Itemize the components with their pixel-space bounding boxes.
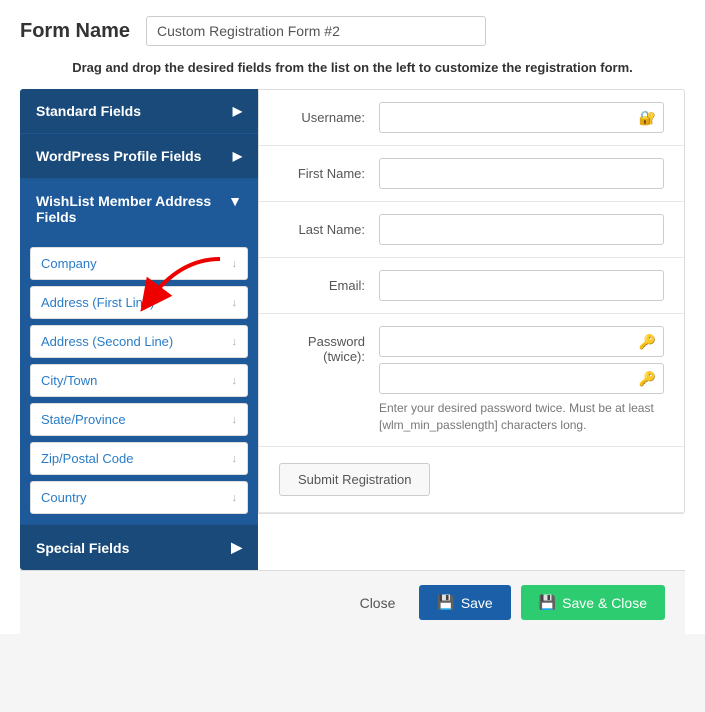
field-address-second-label: Address (Second Line) bbox=[41, 334, 173, 349]
password-icon-1: 🔑 bbox=[639, 333, 656, 350]
form-area: Username: 🔐 First Name: Last Name: bbox=[258, 89, 685, 514]
email-label: Email: bbox=[279, 278, 379, 293]
form-name-input[interactable] bbox=[146, 16, 486, 46]
password-fields: 🔑 🔑 Enter your desired password twice. M… bbox=[379, 326, 664, 434]
field-city[interactable]: City/Town ↓ bbox=[30, 364, 248, 397]
field-zip-label: Zip/Postal Code bbox=[41, 451, 134, 466]
close-button[interactable]: Close bbox=[346, 587, 410, 619]
password-icon-2: 🔑 bbox=[639, 370, 656, 387]
wordpress-profile-section: WordPress Profile Fields ▶ bbox=[20, 134, 258, 179]
bottom-toolbar: Close 💾 Save 💾 Save & Close bbox=[20, 570, 685, 634]
password-input-1-wrapper: 🔑 bbox=[379, 326, 664, 357]
standard-fields-section: Standard Fields ▶ bbox=[20, 89, 258, 134]
field-address-first-label: Address (First Line) bbox=[41, 295, 154, 310]
field-address-first[interactable]: Address (First Line) ↓ bbox=[30, 286, 248, 319]
special-fields-arrow-icon: ▶ bbox=[231, 539, 242, 556]
wordpress-profile-arrow-icon: ▶ bbox=[233, 149, 242, 163]
lastname-input-wrapper bbox=[379, 214, 664, 245]
sidebar: Standard Fields ▶ WordPress Profile Fiel… bbox=[20, 89, 258, 570]
standard-fields-arrow-icon: ▶ bbox=[233, 104, 242, 118]
form-name-label: Form Name bbox=[20, 20, 130, 43]
address-fields-list: Company ↓ Address (First Line) ↓ Address… bbox=[20, 239, 258, 524]
field-country-label: Country bbox=[41, 490, 87, 505]
standard-fields-header[interactable]: Standard Fields ▶ bbox=[20, 89, 258, 133]
field-state[interactable]: State/Province ↓ bbox=[30, 403, 248, 436]
username-input-wrapper: 🔐 bbox=[379, 102, 664, 133]
field-address-second-chevron-icon: ↓ bbox=[232, 336, 238, 348]
save-close-icon: 💾 bbox=[539, 594, 556, 611]
wishlist-address-header[interactable]: WishList Member Address Fields ▼ bbox=[20, 179, 258, 239]
email-input[interactable] bbox=[379, 270, 664, 301]
field-zip-chevron-icon: ↓ bbox=[232, 453, 238, 465]
save-icon: 💾 bbox=[437, 594, 454, 611]
lastname-row: Last Name: bbox=[259, 202, 684, 258]
field-city-chevron-icon: ↓ bbox=[232, 375, 238, 387]
firstname-row: First Name: bbox=[259, 146, 684, 202]
field-city-label: City/Town bbox=[41, 373, 97, 388]
field-address-second[interactable]: Address (Second Line) ↓ bbox=[30, 325, 248, 358]
firstname-label: First Name: bbox=[279, 166, 379, 181]
field-state-label: State/Province bbox=[41, 412, 126, 427]
id-card-icon: 🔐 bbox=[639, 109, 656, 126]
drag-instruction: Drag and drop the desired fields from th… bbox=[20, 60, 685, 75]
special-fields-label: Special Fields bbox=[36, 540, 129, 556]
special-fields-section: Special Fields ▶ bbox=[20, 525, 258, 570]
save-label: Save bbox=[461, 595, 493, 611]
field-country[interactable]: Country ↓ bbox=[30, 481, 248, 514]
save-close-label: Save & Close bbox=[562, 595, 647, 611]
field-company-chevron-icon: ↓ bbox=[232, 258, 238, 270]
save-button[interactable]: 💾 Save bbox=[419, 585, 510, 620]
username-label: Username: bbox=[279, 110, 379, 125]
field-address-first-chevron-icon: ↓ bbox=[232, 297, 238, 309]
username-input[interactable] bbox=[379, 102, 664, 133]
password-label: Password(twice): bbox=[279, 326, 379, 364]
wishlist-address-section: WishList Member Address Fields ▼ Company… bbox=[20, 179, 258, 525]
field-state-chevron-icon: ↓ bbox=[232, 414, 238, 426]
field-company[interactable]: Company ↓ bbox=[30, 247, 248, 280]
standard-fields-label: Standard Fields bbox=[36, 103, 141, 119]
email-input-wrapper bbox=[379, 270, 664, 301]
field-company-label: Company bbox=[41, 256, 97, 271]
lastname-label: Last Name: bbox=[279, 222, 379, 237]
wishlist-address-label: WishList Member Address Fields bbox=[36, 193, 228, 225]
firstname-input-wrapper bbox=[379, 158, 664, 189]
password-input-2-wrapper: 🔑 bbox=[379, 363, 664, 394]
submit-registration-button[interactable]: Submit Registration bbox=[279, 463, 430, 496]
save-close-button[interactable]: 💾 Save & Close bbox=[521, 585, 665, 620]
submit-row: Submit Registration bbox=[259, 447, 684, 513]
wordpress-profile-label: WordPress Profile Fields bbox=[36, 148, 201, 164]
field-country-chevron-icon: ↓ bbox=[232, 492, 238, 504]
email-row: Email: bbox=[259, 258, 684, 314]
password-input-1[interactable] bbox=[379, 326, 664, 357]
username-row: Username: 🔐 bbox=[259, 90, 684, 146]
wordpress-profile-header[interactable]: WordPress Profile Fields ▶ bbox=[20, 134, 258, 178]
password-input-2[interactable] bbox=[379, 363, 664, 394]
password-hint: Enter your desired password twice. Must … bbox=[379, 400, 664, 434]
special-fields-header[interactable]: Special Fields ▶ bbox=[20, 525, 258, 570]
lastname-input[interactable] bbox=[379, 214, 664, 245]
field-zip[interactable]: Zip/Postal Code ↓ bbox=[30, 442, 248, 475]
wishlist-address-arrow-icon: ▼ bbox=[228, 193, 242, 209]
firstname-input[interactable] bbox=[379, 158, 664, 189]
password-section: Password(twice): 🔑 🔑 Enter your desired … bbox=[259, 314, 684, 447]
